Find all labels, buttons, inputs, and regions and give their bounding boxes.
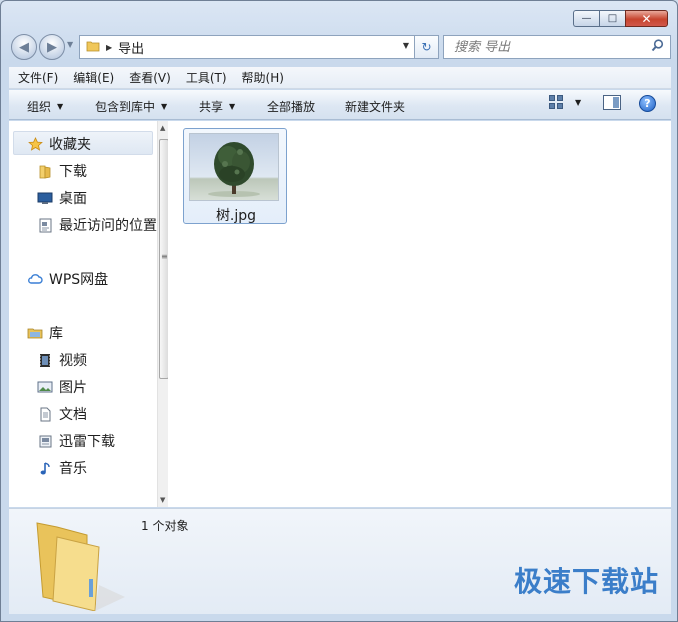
- breadcrumb-separator-icon[interactable]: ▶: [106, 43, 112, 52]
- chevron-down-icon: ▼: [229, 102, 236, 111]
- include-in-library-button[interactable]: 包含到库中 ▼: [95, 98, 167, 115]
- file-item[interactable]: 树.jpg: [183, 128, 287, 224]
- download-library-icon: [37, 433, 53, 449]
- organize-label: 组织: [27, 100, 52, 114]
- video-icon: [37, 352, 53, 368]
- nav-favorites-label: 收藏夹: [49, 137, 91, 153]
- nav-item-downloads[interactable]: 下载: [37, 161, 87, 181]
- nav-wps-cloud-label: WPS网盘: [49, 272, 109, 288]
- command-bar: 组织 ▼ 包含到库中 ▼ 共享 ▼ 全部播放 新建文件夹 ▼ ?: [9, 90, 671, 120]
- recent-places-icon: [37, 217, 53, 233]
- new-folder-label: 新建文件夹: [345, 100, 406, 114]
- menu-view[interactable]: 查看(V): [120, 69, 177, 86]
- nav-item-label: 最近访问的位置: [59, 218, 157, 234]
- downloads-folder-icon: [37, 163, 53, 179]
- details-pane: 1 个对象 极速下载站: [9, 508, 671, 614]
- recent-pages-dropdown[interactable]: ▼: [67, 40, 73, 49]
- change-view-button[interactable]: ▼: [549, 95, 581, 109]
- chevron-down-icon: ▼: [575, 97, 582, 107]
- organize-button[interactable]: 组织 ▼: [27, 98, 63, 115]
- include-in-library-label: 包含到库中: [95, 100, 156, 114]
- nav-wps-cloud[interactable]: WPS网盘: [27, 269, 108, 289]
- play-all-button[interactable]: 全部播放: [267, 98, 315, 115]
- menu-tools[interactable]: 工具(T): [177, 69, 233, 86]
- nav-favorites[interactable]: 收藏夹: [27, 134, 91, 154]
- nav-item-label: 文档: [59, 407, 87, 423]
- scrollbar-grip-icon: ≡: [161, 252, 168, 261]
- nav-item-recent-places[interactable]: 最近访问的位置: [37, 215, 157, 235]
- views-icon: [549, 95, 563, 109]
- image-thumbnail: [189, 133, 279, 201]
- nav-item-videos[interactable]: 视频: [37, 350, 87, 370]
- large-folder-icon: [36, 522, 125, 611]
- help-icon: ?: [639, 95, 656, 112]
- search-box[interactable]: [443, 35, 671, 59]
- preview-pane-button[interactable]: [603, 95, 621, 110]
- nav-item-label: 桌面: [59, 191, 87, 207]
- document-icon: [37, 406, 53, 422]
- nav-item-documents[interactable]: 文档: [37, 404, 87, 424]
- file-list-pane: 树.jpg: [168, 121, 671, 507]
- cloud-icon: [27, 271, 43, 287]
- arrow-left-icon: ◀: [19, 39, 29, 55]
- chevron-down-icon: ▼: [161, 102, 168, 111]
- scroll-up-icon[interactable]: ▲: [160, 124, 165, 132]
- close-button[interactable]: ✕: [625, 10, 668, 27]
- item-count-label: 1 个对象: [141, 519, 189, 533]
- desktop-icon: [37, 190, 53, 206]
- preview-pane-icon: [603, 95, 621, 110]
- nav-item-music[interactable]: 音乐: [37, 458, 87, 478]
- nav-item-label: 下载: [59, 164, 87, 180]
- address-bar[interactable]: ▶ 导出 ▼: [79, 35, 415, 59]
- caption-buttons: — □ ✕: [573, 10, 668, 27]
- nav-item-desktop[interactable]: 桌面: [37, 188, 87, 208]
- navigation-row: ◀ ▶ ▼ ▶ 导出 ▼ ↻: [9, 33, 671, 61]
- nav-item-label: 迅雷下载: [59, 434, 115, 450]
- music-note-icon: [37, 460, 53, 476]
- search-input[interactable]: [454, 39, 634, 55]
- search-icon[interactable]: [651, 39, 664, 56]
- scroll-down-icon[interactable]: ▼: [160, 496, 165, 504]
- picture-icon: [37, 379, 53, 395]
- breadcrumb-current[interactable]: 导出: [118, 38, 144, 57]
- library-icon: [27, 325, 43, 341]
- menu-bar: 文件(F) 编辑(E) 查看(V) 工具(T) 帮助(H): [9, 67, 671, 89]
- nav-item-label: 图片: [59, 380, 87, 396]
- nav-item-pictures[interactable]: 图片: [37, 377, 87, 397]
- file-name: 树.jpg: [215, 208, 257, 224]
- star-icon: [27, 136, 43, 152]
- nav-item-thunder-downloads[interactable]: 迅雷下载: [37, 431, 115, 451]
- menu-help[interactable]: 帮助(H): [233, 69, 290, 86]
- share-label: 共享: [199, 100, 224, 114]
- refresh-button[interactable]: ↻: [415, 35, 439, 59]
- minimize-button[interactable]: —: [573, 10, 599, 27]
- nav-libraries-label: 库: [49, 326, 63, 342]
- nav-item-label: 音乐: [59, 461, 87, 477]
- back-button[interactable]: ◀: [11, 34, 37, 60]
- help-button[interactable]: ?: [639, 95, 656, 112]
- refresh-icon: ↻: [421, 40, 432, 54]
- chevron-down-icon: ▼: [57, 102, 64, 111]
- address-history-dropdown-icon[interactable]: ▼: [403, 41, 409, 50]
- explorer-window: — □ ✕ ◀ ▶ ▼ ▶ 导出 ▼ ↻ 文件(F) 编辑(E) 查看(V) 工…: [0, 0, 678, 622]
- play-all-label: 全部播放: [267, 100, 316, 114]
- maximize-button[interactable]: □: [599, 10, 625, 27]
- menu-edit[interactable]: 编辑(E): [64, 69, 120, 86]
- watermark-logo: 极速下载站: [513, 565, 659, 598]
- nav-libraries[interactable]: 库: [27, 323, 63, 343]
- new-folder-button[interactable]: 新建文件夹: [345, 98, 405, 115]
- arrow-right-icon: ▶: [47, 39, 57, 55]
- nav-item-label: 视频: [59, 353, 87, 369]
- forward-button[interactable]: ▶: [39, 34, 65, 60]
- navigation-pane: 收藏夹 下载 桌面 最近访问的位置 WPS网盘 库 视频 图片 文档 迅雷下载 …: [9, 121, 169, 507]
- share-button[interactable]: 共享 ▼: [199, 98, 235, 115]
- folder-icon: [86, 39, 100, 56]
- menu-file[interactable]: 文件(F): [9, 69, 64, 86]
